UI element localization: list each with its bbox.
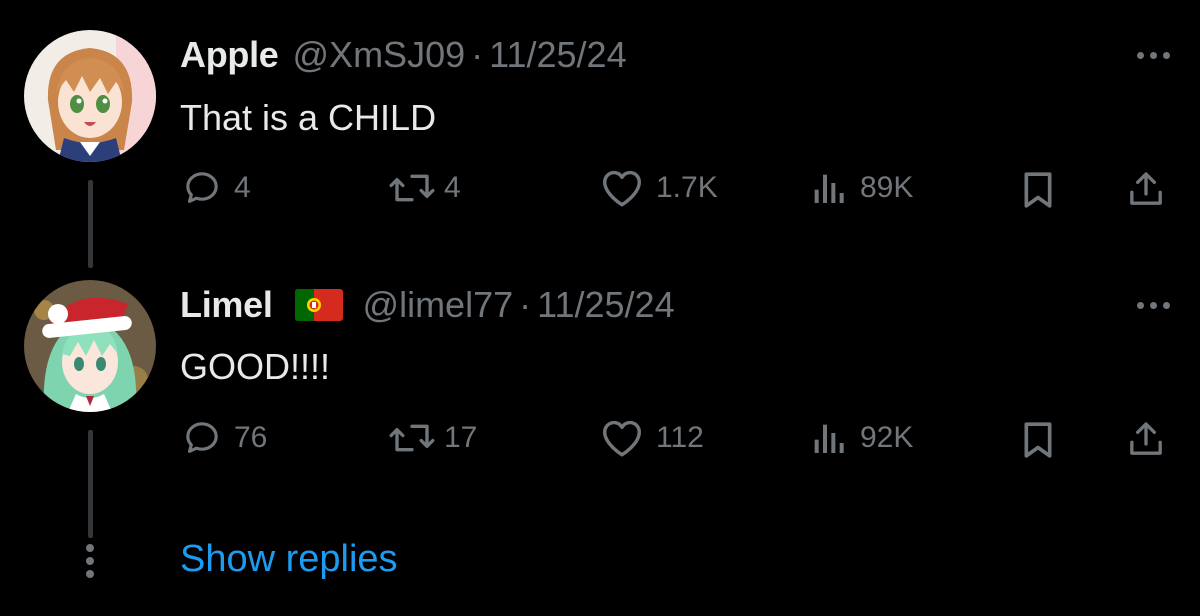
user-handle[interactable]: @XmSJ09: [293, 34, 466, 76]
more-dots-icon: [1137, 52, 1144, 59]
user-handle[interactable]: @limel77: [363, 284, 514, 326]
bookmark-icon: [1024, 422, 1052, 458]
bar-chart-icon: [814, 424, 844, 453]
avatar-image: [24, 30, 156, 162]
thread-line: [88, 180, 93, 268]
retweet-count: 17: [444, 421, 478, 454]
share-icon: [1130, 422, 1162, 455]
bookmark-icon: [1024, 172, 1052, 208]
retweet-button[interactable]: 17: [386, 418, 477, 458]
reply-button[interactable]: 76: [182, 418, 267, 458]
like-count: 112: [656, 421, 704, 454]
display-name[interactable]: Apple: [180, 34, 279, 76]
timestamp[interactable]: 11/25/24: [537, 284, 674, 326]
tweet-text: That is a CHILD: [180, 97, 437, 138]
show-replies-link[interactable]: Show replies: [180, 538, 398, 581]
more-options-button[interactable]: [1137, 302, 1170, 309]
reply-bubble-icon: [186, 422, 218, 453]
avatar-image: [24, 280, 156, 412]
like-button[interactable]: 112: [600, 418, 704, 458]
more-options-button[interactable]: [1137, 52, 1170, 59]
share-icon: [1130, 172, 1162, 205]
like-button[interactable]: 1.7K: [600, 168, 718, 208]
view-count: 92K: [860, 421, 914, 454]
avatar[interactable]: [24, 30, 156, 162]
views-button[interactable]: 89K: [808, 168, 913, 208]
views-button[interactable]: 92K: [808, 418, 913, 458]
retweet-icon: [389, 174, 435, 202]
retweet-icon: [389, 424, 435, 452]
reply-count: 76: [234, 421, 268, 454]
vertical-more-dots-icon: [86, 544, 94, 578]
heart-icon: [602, 170, 641, 207]
portugal-flag-icon: [294, 288, 343, 321]
share-button[interactable]: [1126, 168, 1166, 210]
reply-button[interactable]: 4: [182, 168, 251, 208]
reply-thread: Apple @XmSJ09 · 11/25/24 That is a CHILD…: [0, 0, 1200, 616]
separator-dot: ·: [519, 284, 532, 325]
thread-line: [88, 430, 93, 538]
tweet-text: GOOD!!!!: [180, 346, 331, 387]
view-count: 89K: [860, 171, 914, 204]
bookmark-button[interactable]: [1020, 420, 1056, 460]
bar-chart-icon: [814, 174, 844, 203]
more-dots-icon: [1137, 302, 1144, 309]
timestamp[interactable]: 11/25/24: [489, 34, 626, 76]
bookmark-button[interactable]: [1020, 170, 1056, 210]
reply-bubble-icon: [186, 172, 218, 203]
display-name[interactable]: Limel: [180, 284, 273, 326]
avatar[interactable]: [24, 280, 156, 412]
reply-count: 4: [234, 171, 251, 204]
retweet-button[interactable]: 4: [386, 168, 461, 208]
share-button[interactable]: [1126, 418, 1166, 460]
retweet-count: 4: [444, 171, 461, 204]
separator-dot: ·: [471, 34, 484, 75]
like-count: 1.7K: [656, 171, 718, 204]
heart-icon: [602, 420, 641, 457]
tweet-header: Apple @XmSJ09 · 11/25/24: [180, 34, 627, 76]
tweet-header: Limel @limel77 · 11/25/24: [180, 284, 675, 326]
